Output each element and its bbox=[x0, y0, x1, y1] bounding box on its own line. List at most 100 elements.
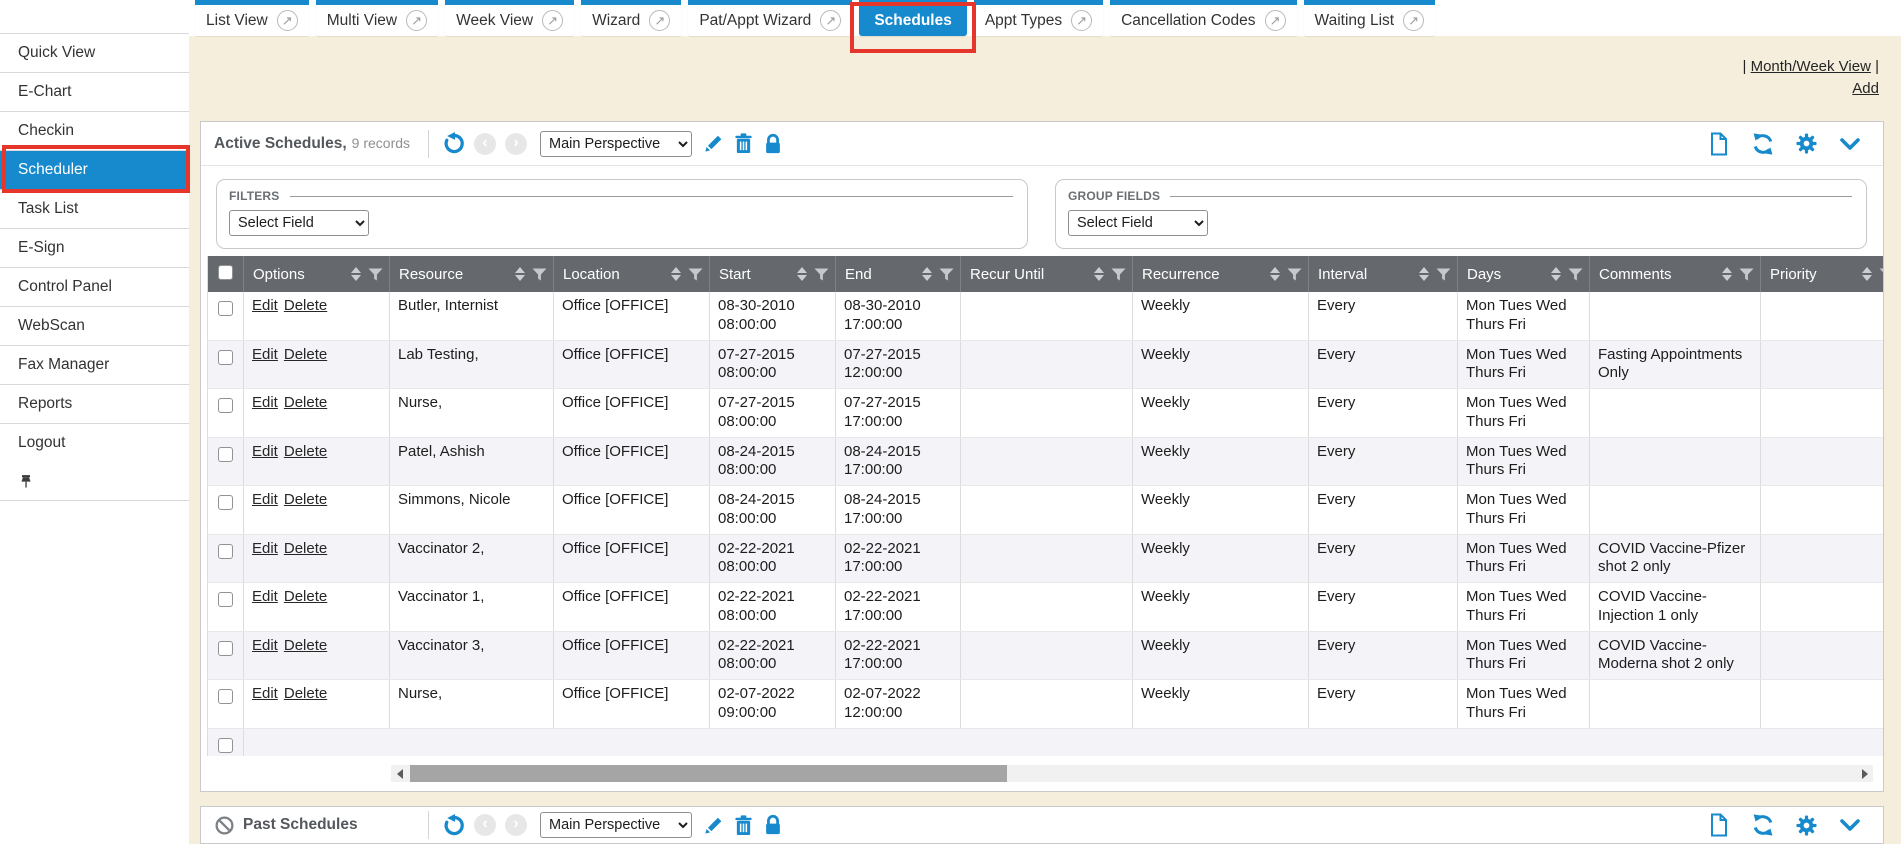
sidebar-item-logout[interactable]: Logout bbox=[0, 424, 189, 463]
sort-icon[interactable] bbox=[922, 267, 932, 281]
past-perspective-select[interactable]: Main Perspective bbox=[540, 812, 692, 838]
next-page-button[interactable] bbox=[505, 133, 527, 155]
edit-perspective-pencil-button[interactable] bbox=[702, 132, 725, 155]
popout-icon[interactable]: ↗ bbox=[277, 10, 298, 31]
filter-funnel-icon[interactable] bbox=[1287, 268, 1302, 281]
column-header-comments[interactable]: Comments bbox=[1590, 256, 1761, 292]
row-select-cell[interactable] bbox=[208, 437, 244, 486]
column-header-interval[interactable]: Interval bbox=[1309, 256, 1458, 292]
column-header-location[interactable]: Location bbox=[554, 256, 710, 292]
row-checkbox[interactable] bbox=[218, 738, 233, 753]
sidebar-item-quick-view[interactable]: Quick View bbox=[0, 34, 189, 73]
popout-icon[interactable]: ↗ bbox=[1403, 10, 1424, 31]
sidebar-item-task-list[interactable]: Task List bbox=[0, 190, 189, 229]
column-header-end[interactable]: End bbox=[836, 256, 961, 292]
refresh-button[interactable] bbox=[1751, 132, 1775, 156]
sidebar-item-checkin[interactable]: Checkin bbox=[0, 112, 189, 151]
month-week-view-link[interactable]: Month/Week View bbox=[1751, 58, 1871, 75]
lock-perspective-button[interactable] bbox=[762, 133, 784, 155]
past-undo-button[interactable] bbox=[442, 814, 465, 837]
row-select-cell[interactable] bbox=[208, 728, 244, 756]
scroll-right-arrow[interactable] bbox=[1856, 765, 1873, 782]
column-header-recurrence[interactable]: Recurrence bbox=[1133, 256, 1309, 292]
delete-link[interactable]: Delete bbox=[284, 637, 327, 654]
row-checkbox[interactable] bbox=[218, 301, 233, 316]
group-fields-select-field[interactable]: Select Field bbox=[1068, 210, 1208, 236]
select-all-header[interactable] bbox=[208, 256, 244, 292]
sort-icon[interactable] bbox=[1862, 267, 1872, 281]
sidebar-item-scheduler[interactable]: Scheduler bbox=[0, 151, 189, 190]
settings-gear-button[interactable] bbox=[1795, 132, 1818, 155]
column-header-resource[interactable]: Resource bbox=[390, 256, 554, 292]
past-next-page-button[interactable] bbox=[505, 814, 527, 836]
column-header-options[interactable]: Options bbox=[244, 256, 390, 292]
filter-funnel-icon[interactable] bbox=[1879, 268, 1883, 281]
tab-multi-view[interactable]: Multi View↗ bbox=[316, 0, 438, 36]
sort-icon[interactable] bbox=[515, 267, 525, 281]
tab-cancellation-codes[interactable]: Cancellation Codes↗ bbox=[1110, 0, 1296, 36]
edit-link[interactable]: Edit bbox=[252, 685, 278, 702]
prev-page-button[interactable] bbox=[474, 133, 496, 155]
filter-funnel-icon[interactable] bbox=[688, 268, 703, 281]
popout-icon[interactable]: ↗ bbox=[542, 10, 563, 31]
filter-funnel-icon[interactable] bbox=[939, 268, 954, 281]
column-header-priority[interactable]: Priority bbox=[1761, 256, 1884, 292]
delete-link[interactable]: Delete bbox=[284, 346, 327, 363]
row-select-cell[interactable] bbox=[208, 389, 244, 438]
popout-icon[interactable]: ↗ bbox=[1265, 10, 1286, 31]
row-select-cell[interactable] bbox=[208, 534, 244, 583]
edit-link[interactable]: Edit bbox=[252, 297, 278, 314]
undo-button[interactable] bbox=[442, 132, 465, 155]
row-select-cell[interactable] bbox=[208, 680, 244, 729]
past-lock-perspective-button[interactable] bbox=[762, 814, 784, 836]
past-refresh-button[interactable] bbox=[1751, 813, 1775, 837]
filter-funnel-icon[interactable] bbox=[368, 268, 383, 281]
sidebar-item-webscan[interactable]: WebScan bbox=[0, 307, 189, 346]
perspective-select[interactable]: Main Perspective bbox=[540, 131, 692, 157]
filter-funnel-icon[interactable] bbox=[1436, 268, 1451, 281]
tab-week-view[interactable]: Week View↗ bbox=[445, 0, 574, 36]
row-checkbox[interactable] bbox=[218, 447, 233, 462]
row-select-cell[interactable] bbox=[208, 583, 244, 632]
delete-link[interactable]: Delete bbox=[284, 685, 327, 702]
past-prev-page-button[interactable] bbox=[474, 814, 496, 836]
delete-link[interactable]: Delete bbox=[284, 443, 327, 460]
row-checkbox[interactable] bbox=[218, 689, 233, 704]
sort-icon[interactable] bbox=[1270, 267, 1280, 281]
filter-funnel-icon[interactable] bbox=[814, 268, 829, 281]
sort-icon[interactable] bbox=[671, 267, 681, 281]
delete-link[interactable]: Delete bbox=[284, 394, 327, 411]
sort-icon[interactable] bbox=[1722, 267, 1732, 281]
edit-link[interactable]: Edit bbox=[252, 491, 278, 508]
tab-pat-appt-wizard[interactable]: Pat/Appt Wizard↗ bbox=[688, 0, 852, 36]
new-document-button[interactable] bbox=[1707, 132, 1731, 156]
sort-icon[interactable] bbox=[1551, 267, 1561, 281]
column-header-recur-until[interactable]: Recur Until bbox=[961, 256, 1133, 292]
column-header-start[interactable]: Start bbox=[710, 256, 836, 292]
delete-link[interactable]: Delete bbox=[284, 491, 327, 508]
row-checkbox[interactable] bbox=[218, 544, 233, 559]
edit-link[interactable]: Edit bbox=[252, 540, 278, 557]
edit-link[interactable]: Edit bbox=[252, 588, 278, 605]
sidebar-item-e-sign[interactable]: E-Sign bbox=[0, 229, 189, 268]
edit-link[interactable]: Edit bbox=[252, 637, 278, 654]
filter-funnel-icon[interactable] bbox=[1568, 268, 1583, 281]
add-link[interactable]: Add bbox=[1852, 80, 1879, 97]
edit-link[interactable]: Edit bbox=[252, 346, 278, 363]
sidebar-item-pin[interactable] bbox=[0, 462, 189, 501]
filter-funnel-icon[interactable] bbox=[1111, 268, 1126, 281]
scrollbar-track[interactable] bbox=[408, 765, 1856, 782]
past-settings-gear-button[interactable] bbox=[1795, 814, 1818, 837]
row-select-cell[interactable] bbox=[208, 340, 244, 389]
past-new-document-button[interactable] bbox=[1707, 813, 1731, 837]
sort-icon[interactable] bbox=[1094, 267, 1104, 281]
past-collapse-chevron-button[interactable] bbox=[1838, 813, 1862, 837]
popout-icon[interactable]: ↗ bbox=[820, 10, 841, 31]
scroll-left-arrow[interactable] bbox=[391, 765, 408, 782]
horizontal-scrollbar[interactable] bbox=[391, 765, 1873, 782]
row-select-cell[interactable] bbox=[208, 292, 244, 340]
popout-icon[interactable]: ↗ bbox=[1071, 10, 1092, 31]
sort-icon[interactable] bbox=[351, 267, 361, 281]
popout-icon[interactable]: ↗ bbox=[649, 10, 670, 31]
column-header-days[interactable]: Days bbox=[1458, 256, 1590, 292]
